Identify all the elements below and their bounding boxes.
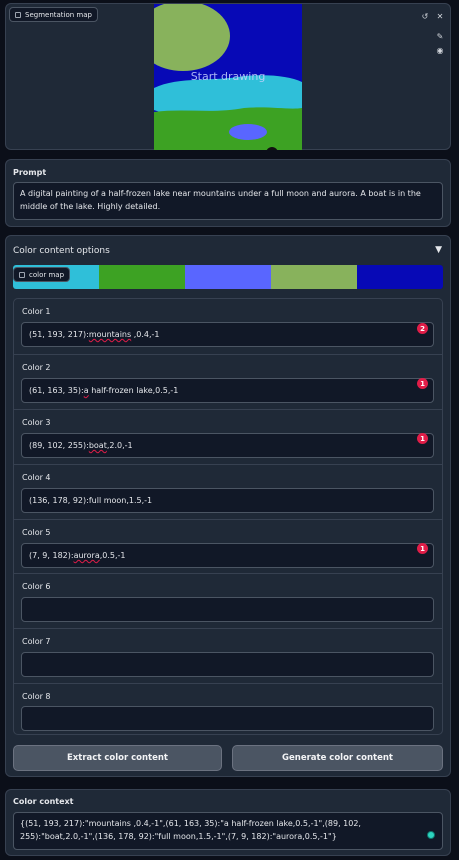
prompt-input[interactable]: A digital painting of a half-frozen lake…: [13, 182, 443, 220]
color-map-label: color map: [29, 270, 65, 279]
color-2-error-badge[interactable]: 1: [417, 378, 428, 389]
color-8-label: Color 8: [22, 692, 51, 701]
clear-icon[interactable]: ✕: [435, 11, 445, 21]
color-context-panel: Color context {(51, 193, 217):"mountains…: [5, 789, 451, 856]
segmentation-map-panel: Segmentation map Start drawing ↺ ✕ ✎ ◉: [5, 3, 451, 150]
color-7-input[interactable]: [21, 652, 434, 677]
color-row-8: Color 8: [14, 683, 442, 734]
color-options-panel: Color content options ▼ color map Color …: [5, 235, 451, 777]
color-5-input[interactable]: (7, 9, 182):aurora,0.5,-1: [21, 543, 434, 568]
color-row-4: Color 4 (136, 178, 92):full moon,1.5,-1: [14, 464, 442, 519]
palette-icon[interactable]: ◉: [435, 45, 445, 55]
color-context-input[interactable]: {(51, 193, 217):"mountains ,0.4,-1",(61,…: [13, 812, 443, 850]
color-3-flagged: boat: [88, 441, 107, 450]
color-map-strip: [13, 265, 443, 289]
color-row-7: Color 7: [14, 628, 442, 683]
color-5-value: (7, 9, 182):: [29, 551, 74, 560]
color-4-input[interactable]: (136, 178, 92):full moon,1.5,-1: [21, 488, 434, 513]
color-map-tag: color map: [13, 267, 71, 282]
swatch-grass: [99, 265, 185, 289]
segmentation-map-label: Segmentation map: [25, 10, 92, 19]
color-5-label: Color 5: [22, 528, 51, 537]
color-3-input[interactable]: (89, 102, 255):boat,2.0,-1: [21, 433, 434, 458]
color-context-text: {(51, 193, 217):"mountains ,0.4,-1",(61,…: [20, 819, 361, 841]
color-1-flagged: mountains: [88, 330, 132, 339]
boat-region: [229, 124, 267, 140]
color-row-2: Color 2 (61, 163, 35):a half-frozen lake…: [14, 354, 442, 409]
color-6-input[interactable]: [21, 597, 434, 622]
color-3-error-badge[interactable]: 1: [417, 433, 428, 444]
color-1-rest: ,0.4,-1: [131, 330, 160, 339]
color-1-value: (51, 193, 217):: [29, 330, 89, 339]
color-row-3: Color 3 (89, 102, 255):boat,2.0,-1 1: [14, 409, 442, 464]
color-5-error-badge[interactable]: 1: [417, 543, 428, 554]
extract-color-content-button[interactable]: Extract color content: [13, 745, 222, 771]
color-context-label: Color context: [13, 797, 74, 806]
swatch-sky: [357, 265, 443, 289]
color-7-label: Color 7: [22, 637, 51, 646]
colors-group: Color 1 (51, 193, 217):mountains ,0.4,-1…: [13, 298, 443, 735]
color-options-title[interactable]: Color content options: [13, 246, 110, 256]
grass-region: [154, 107, 302, 150]
collapse-triangle-icon[interactable]: ▼: [435, 245, 442, 255]
grammarly-status-icon[interactable]: [427, 831, 435, 839]
color-6-label: Color 6: [22, 582, 51, 591]
color-row-6: Color 6: [14, 573, 442, 628]
color-2-label: Color 2: [22, 363, 51, 372]
generate-color-content-button[interactable]: Generate color content: [232, 745, 443, 771]
color-1-error-badge[interactable]: 2: [417, 323, 428, 334]
color-2-input[interactable]: (61, 163, 35):a half-frozen lake,0.5,-1: [21, 378, 434, 403]
brush-icon[interactable]: ✎: [435, 31, 445, 41]
color-1-input[interactable]: (51, 193, 217):mountains ,0.4,-1: [21, 322, 434, 347]
color-8-input[interactable]: [21, 706, 434, 731]
color-5-rest: ,0.5,-1: [99, 551, 126, 560]
color-3-label: Color 3: [22, 418, 51, 427]
image-icon: [19, 271, 25, 278]
prompt-panel: Prompt A digital painting of a half-froz…: [5, 159, 451, 227]
undo-icon[interactable]: ↺: [420, 11, 430, 21]
color-5-flagged: aurora: [73, 551, 100, 560]
segmentation-canvas[interactable]: Start drawing: [154, 4, 302, 150]
color-2-value: (61, 163, 35):: [29, 386, 84, 395]
swatch-boat: [185, 265, 271, 289]
prompt-label: Prompt: [13, 168, 47, 177]
color-3-rest: ,2.0,-1: [106, 441, 133, 450]
swatch-moon: [271, 265, 357, 289]
image-icon: [15, 11, 21, 18]
color-1-label: Color 1: [22, 307, 51, 316]
color-4-label: Color 4: [22, 473, 51, 482]
color-2-rest: half-frozen lake,0.5,-1: [88, 386, 179, 395]
segmentation-map-tag: Segmentation map: [9, 7, 98, 22]
color-3-value: (89, 102, 255):: [29, 441, 89, 450]
color-row-5: Color 5 (7, 9, 182):aurora,0.5,-1 1: [14, 519, 442, 573]
canvas-hint: Start drawing: [190, 70, 266, 83]
color-row-1: Color 1 (51, 193, 217):mountains ,0.4,-1…: [14, 299, 442, 354]
color-4-value: (136, 178, 92):full moon,1.5,-1: [29, 496, 153, 505]
